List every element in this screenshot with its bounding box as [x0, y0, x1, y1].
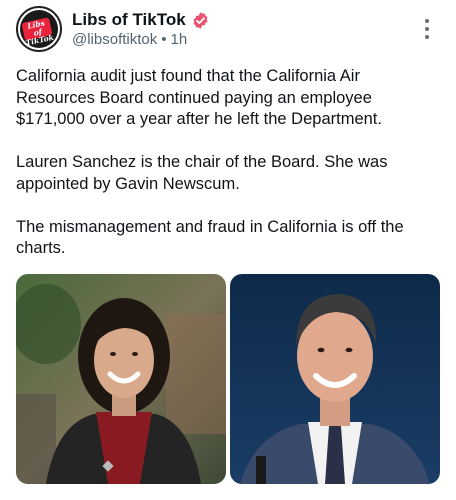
- post-card: Libs of TikTok Libs of TikTok @libsoftik…: [0, 0, 456, 500]
- author-handle[interactable]: @libsoftiktok: [72, 31, 157, 48]
- post-time[interactable]: 1h: [171, 31, 188, 48]
- author-meta: @libsoftiktok • 1h: [72, 31, 187, 48]
- verified-badge-icon: [193, 11, 208, 29]
- more-dot: [425, 35, 429, 39]
- more-dot: [425, 27, 429, 31]
- post-text: California audit just found that the Cal…: [16, 66, 440, 260]
- author-name-row: Libs of TikTok: [72, 9, 210, 31]
- post-paragraph: California audit just found that the Cal…: [16, 67, 382, 128]
- photo-man-portrait[interactable]: [230, 274, 440, 484]
- post-media: [16, 274, 440, 484]
- more-dot: [425, 19, 429, 23]
- portrait-image: [16, 274, 226, 484]
- post-header: Libs of TikTok Libs of TikTok @libsoftik…: [0, 0, 456, 60]
- more-vertical-icon[interactable]: [420, 16, 434, 42]
- portrait-image: [230, 274, 440, 484]
- post-paragraph: Lauren Sanchez is the chair of the Board…: [16, 153, 388, 193]
- photo-woman-portrait[interactable]: [16, 274, 226, 484]
- author-name[interactable]: Libs of TikTok: [72, 10, 186, 30]
- meta-separator: •: [161, 31, 167, 48]
- avatar[interactable]: Libs of TikTok: [16, 6, 62, 52]
- post-paragraph: The mismanagement and fraud in Californi…: [16, 217, 404, 258]
